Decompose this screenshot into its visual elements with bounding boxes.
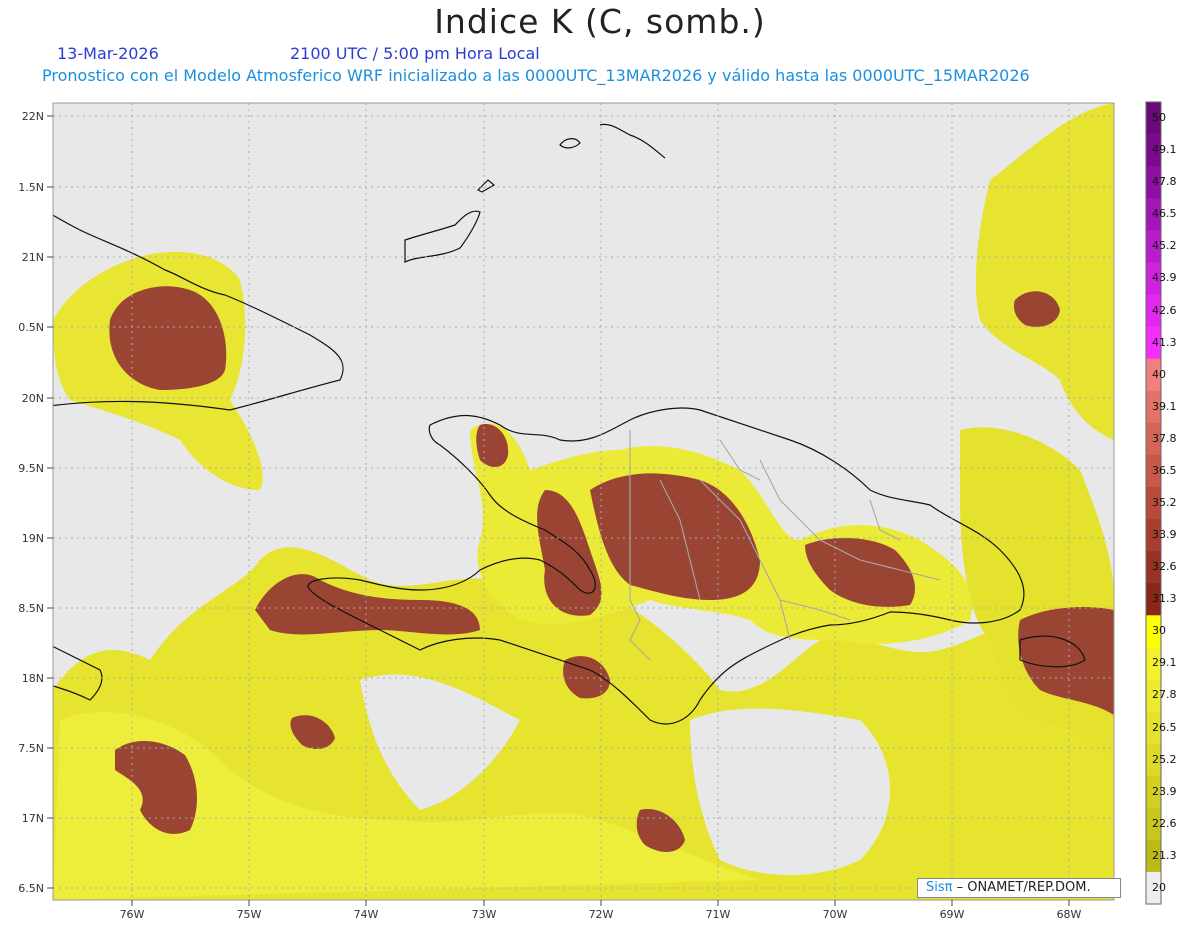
colorbar-label: 25.2 xyxy=(1152,752,1177,766)
colorbar-label: 20 xyxy=(1152,880,1166,894)
credit-box: Sisπ – ONAMET/REP.DOM. xyxy=(917,878,1121,898)
colorbar-label: 26.5 xyxy=(1152,720,1177,734)
lat-label: 19N xyxy=(22,532,44,545)
colorbar-label: 46.5 xyxy=(1152,207,1177,221)
lat-label: 8.5N xyxy=(18,602,44,615)
lon-label: 76W xyxy=(120,908,145,921)
lat-label: 6.5N xyxy=(18,882,44,895)
colorbar-label: 29.1 xyxy=(1152,656,1177,670)
colorbar-label: 49.1 xyxy=(1152,143,1177,157)
lon-label: 70W xyxy=(823,908,848,921)
colorbar-label: 45.2 xyxy=(1152,239,1177,253)
lon-label: 73W xyxy=(472,908,497,921)
colorbar-label: 37.8 xyxy=(1152,431,1177,445)
lon-label: 68W xyxy=(1057,908,1082,921)
colorbar-label: 33.9 xyxy=(1152,528,1177,542)
colorbar-label: 35.2 xyxy=(1152,496,1177,509)
lat-label: 17N xyxy=(22,812,44,825)
lon-label: 69W xyxy=(940,908,965,921)
colorbar-label: 42.6 xyxy=(1152,303,1177,317)
colorbar-label: 21.3 xyxy=(1152,848,1177,862)
lat-label: 21N xyxy=(22,251,44,264)
clear-area-southeast xyxy=(690,708,890,875)
lat-label: 22N xyxy=(22,110,44,123)
colorbar-label: 27.8 xyxy=(1152,688,1177,702)
colorbar-label: 40 xyxy=(1152,367,1166,381)
lon-label: 74W xyxy=(354,908,379,921)
k-index-map: 22N 1.5N 21N 0.5N 20N 9.5N 19N 8.5N 18N … xyxy=(18,101,1162,921)
colorbar-label: 31.3 xyxy=(1152,592,1177,606)
colorbar-label: 36.5 xyxy=(1152,463,1177,477)
colorbar-label: 50 xyxy=(1152,111,1166,125)
lat-label: 7.5N xyxy=(18,742,44,755)
lat-label: 18N xyxy=(22,672,44,685)
lon-label: 72W xyxy=(589,908,614,921)
colorbar-label: 41.3 xyxy=(1152,335,1177,349)
lon-label: 71W xyxy=(706,908,731,921)
colorbar-label: 32.6 xyxy=(1152,560,1177,574)
credit-text: – ONAMET/REP.DOM. xyxy=(956,880,1091,895)
lat-label: 9.5N xyxy=(18,462,44,475)
colorbar-label: 30 xyxy=(1152,624,1166,638)
lat-label: 20N xyxy=(22,392,44,405)
colorbar-label: 23.9 xyxy=(1152,784,1177,798)
lat-label: 1.5N xyxy=(18,181,44,194)
lat-label: 0.5N xyxy=(18,321,44,334)
colorbar-label: 22.6 xyxy=(1152,816,1177,830)
colorbar-label: 47.8 xyxy=(1152,175,1177,189)
lon-label: 75W xyxy=(237,908,262,921)
colorbar-label: 39.1 xyxy=(1152,399,1177,413)
colorbar-label: 43.9 xyxy=(1152,271,1177,285)
credit-logo: Sisπ xyxy=(926,880,953,895)
